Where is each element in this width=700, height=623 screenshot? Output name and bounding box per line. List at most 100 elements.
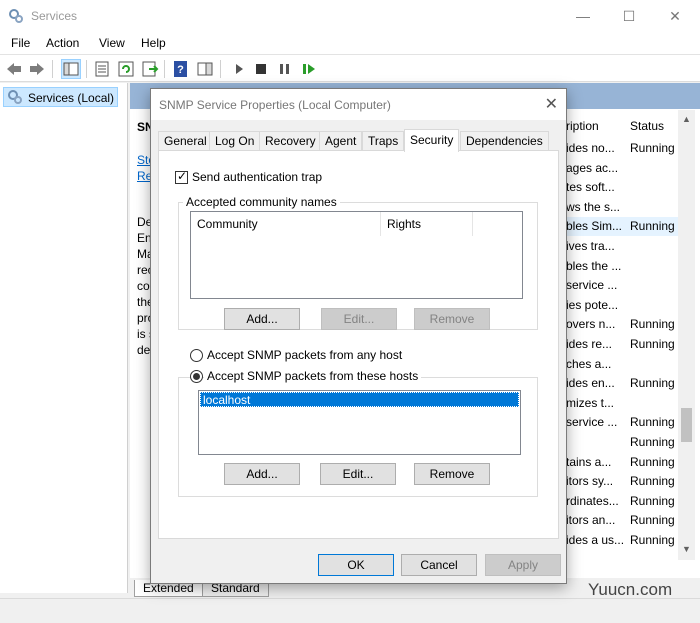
radio-these-hosts[interactable] — [190, 370, 203, 383]
description-line: de — [137, 343, 151, 357]
refresh-icon[interactable] — [117, 60, 135, 78]
toolbar: ? — [0, 54, 700, 82]
row-status[interactable]: Running — [630, 337, 675, 351]
radio-these-hosts-label: Accept SNMP packets from these hosts — [204, 369, 422, 383]
row-status[interactable]: Running — [630, 415, 675, 429]
hosts-add-button[interactable]: Add... — [224, 463, 300, 485]
row-description[interactable]: ches a... — [566, 357, 611, 371]
dialog-tabs: General Log On Recovery Agent Traps Secu… — [158, 129, 558, 152]
tab-general[interactable]: General — [158, 131, 213, 151]
row-status[interactable]: Running — [630, 435, 675, 449]
scroll-down-icon[interactable]: ▼ — [682, 544, 691, 554]
row-description[interactable]: ages ac... — [566, 161, 618, 175]
restart-service-icon[interactable] — [300, 60, 318, 78]
send-auth-trap-checkbox[interactable]: ✓ — [175, 169, 188, 184]
tree-node-services-local[interactable]: Services (Local) — [3, 87, 118, 107]
row-description[interactable]: itors sy... — [566, 474, 613, 488]
window-titlebar: Services — ☐ ✕ — [0, 0, 700, 32]
menu-view[interactable]: View — [99, 36, 125, 50]
properties-icon[interactable] — [93, 60, 111, 78]
row-description[interactable]: ides en... — [566, 376, 615, 390]
export-list-icon[interactable] — [141, 60, 159, 78]
toolbar-separator — [220, 60, 221, 78]
hosts-edit-button[interactable]: Edit... — [320, 463, 396, 485]
toolbar-separator — [164, 60, 165, 78]
stop-service-icon[interactable] — [252, 60, 270, 78]
svg-text:?: ? — [177, 64, 184, 76]
scroll-up-icon[interactable]: ▲ — [682, 114, 691, 124]
description-line: co — [137, 279, 150, 293]
row-description[interactable]: tes soft... — [566, 180, 615, 194]
minimize-button[interactable]: — — [560, 0, 606, 32]
row-description[interactable]: bles Sim... — [566, 219, 622, 233]
dialog-titlebar: SNMP Service Properties (Local Computer)… — [151, 89, 566, 120]
menu-bar: File Action View Help — [0, 32, 700, 54]
tab-agent[interactable]: Agent — [319, 131, 363, 151]
row-description[interactable]: mizes t... — [566, 396, 614, 410]
row-description[interactable]: tains a... — [566, 455, 611, 469]
hosts-list[interactable]: localhost — [198, 390, 521, 455]
row-status[interactable]: Running — [630, 513, 675, 527]
row-description[interactable]: service ... — [566, 415, 617, 429]
row-status[interactable]: Running — [630, 141, 675, 155]
row-description[interactable]: ies pote... — [566, 298, 618, 312]
tab-traps[interactable]: Traps — [362, 131, 405, 151]
cancel-button[interactable]: Cancel — [401, 554, 477, 576]
forward-arrow-icon[interactable] — [28, 60, 46, 78]
radio-any-host[interactable] — [190, 349, 203, 362]
row-status[interactable]: Running — [630, 219, 675, 233]
tab-security[interactable]: Security — [404, 129, 460, 152]
menu-action[interactable]: Action — [46, 36, 79, 50]
tab-dependencies[interactable]: Dependencies — [460, 131, 549, 151]
dialog-close-icon[interactable]: ✕ — [545, 94, 558, 114]
ok-button[interactable]: OK — [318, 554, 394, 576]
tree-node-label: Services (Local) — [28, 91, 115, 105]
status-bar — [0, 598, 700, 623]
row-status[interactable]: Running — [630, 317, 675, 331]
start-service-icon[interactable] — [230, 60, 248, 78]
row-description[interactable]: ws the s... — [566, 200, 620, 214]
row-status[interactable]: Running — [630, 533, 675, 547]
column-header-status[interactable]: Status — [630, 119, 664, 133]
column-header-description[interactable]: ription — [566, 119, 599, 133]
row-description[interactable]: itors an... — [566, 513, 615, 527]
row-description[interactable]: overs n... — [566, 317, 615, 331]
maximize-button[interactable]: ☐ — [606, 0, 652, 32]
column-rights[interactable]: Rights — [381, 212, 473, 236]
pause-service-icon[interactable] — [276, 60, 294, 78]
toolbar-separator — [86, 60, 87, 78]
row-description[interactable]: ives tra... — [566, 239, 615, 253]
menu-help[interactable]: Help — [141, 36, 166, 50]
tab-log-on[interactable]: Log On — [209, 131, 261, 151]
show-hide-pane-icon[interactable] — [196, 60, 214, 78]
community-group-label: Accepted community names — [183, 195, 340, 209]
community-edit-button[interactable]: Edit... — [321, 308, 397, 330]
row-description[interactable]: ides a us... — [566, 533, 624, 547]
column-community[interactable]: Community — [191, 212, 381, 236]
row-description[interactable]: bles the ... — [566, 259, 621, 273]
window-title: Services — [31, 9, 78, 23]
host-item-localhost[interactable]: localhost — [200, 392, 519, 407]
row-description[interactable]: service ... — [566, 278, 617, 292]
community-remove-button[interactable]: Remove — [414, 308, 490, 330]
vertical-scrollbar[interactable]: ▲ ▼ — [678, 110, 695, 560]
hosts-remove-button[interactable]: Remove — [414, 463, 490, 485]
close-window-button[interactable]: ✕ — [652, 0, 698, 32]
help-icon[interactable]: ? — [172, 60, 190, 78]
console-tree-icon[interactable] — [61, 59, 81, 79]
tab-recovery[interactable]: Recovery — [259, 131, 322, 151]
row-status[interactable]: Running — [630, 494, 675, 508]
row-status[interactable]: Running — [630, 376, 675, 390]
scrollbar-thumb[interactable] — [681, 408, 692, 442]
radio-selected-dot — [193, 373, 200, 380]
row-description[interactable]: ides re... — [566, 337, 612, 351]
community-list[interactable]: Community Rights — [190, 211, 523, 299]
row-status[interactable]: Running — [630, 474, 675, 488]
menu-file[interactable]: File — [11, 36, 30, 50]
apply-button[interactable]: Apply — [485, 554, 561, 576]
back-arrow-icon[interactable] — [5, 60, 23, 78]
community-add-button[interactable]: Add... — [224, 308, 300, 330]
row-description[interactable]: ides no... — [566, 141, 615, 155]
row-description[interactable]: rdinates... — [566, 494, 619, 508]
row-status[interactable]: Running — [630, 455, 675, 469]
